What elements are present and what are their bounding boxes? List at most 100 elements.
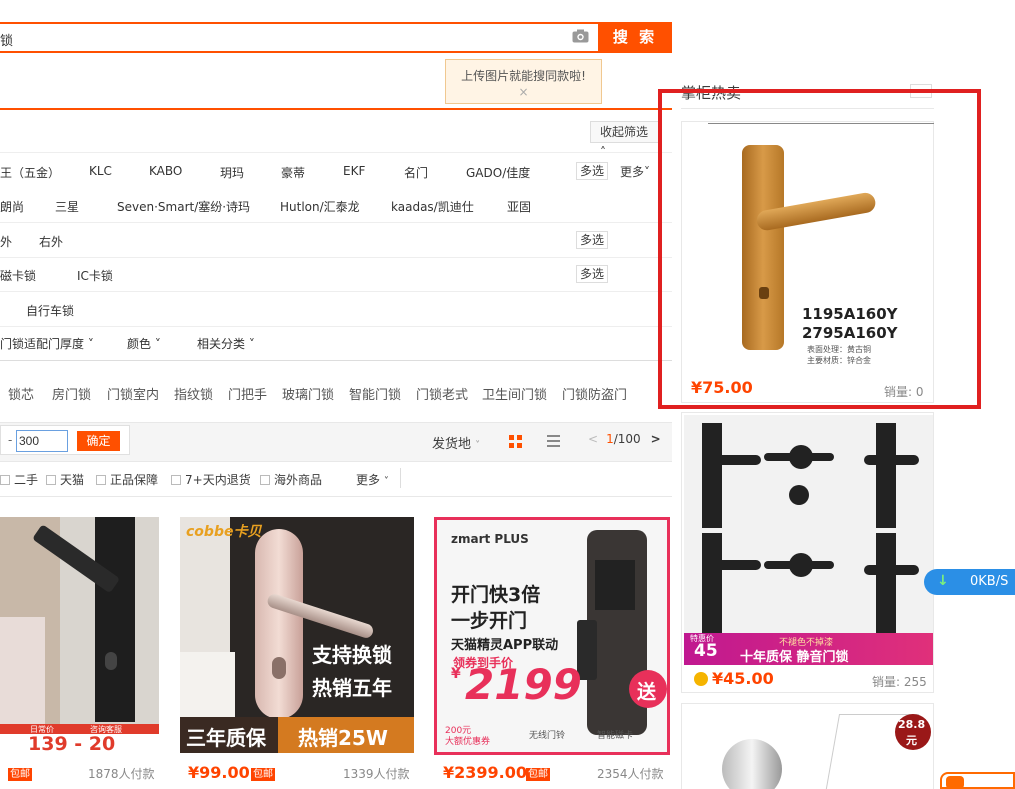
chevron-down-icon: ˅ — [644, 165, 651, 179]
product-image[interactable]: cobbe卡贝 支持换锁 热销五年 三年质保 热销25W — [180, 517, 414, 753]
related-search-link[interactable]: 门锁防盗门 — [562, 384, 627, 403]
feature-text: 智能磁卡 — [597, 731, 634, 741]
checkbox-icon[interactable] — [260, 475, 270, 485]
filter-row-divider — [0, 257, 672, 258]
filter-option[interactable]: 磁卡锁 — [0, 267, 36, 284]
chevron-down-icon: ˅ — [87, 337, 94, 351]
highlight-frame — [658, 89, 981, 409]
filter-option[interactable]: IC卡锁 — [77, 267, 113, 284]
more-brands-button[interactable]: 更多˅ — [620, 163, 650, 180]
filter-option[interactable]: 右外 — [39, 233, 63, 250]
hot-item-card[interactable]: 特惠价 45 不褪色不掉漆 十年质保 静音门锁 ¥45.00 销量: 255 — [681, 412, 934, 693]
product-card[interactable]: 日常价 咨询客服 139 - 20 — [0, 517, 159, 757]
tooltip-text: 上传图片就能搜同款啦! — [461, 69, 586, 83]
search-input[interactable] — [0, 22, 598, 53]
brand-option[interactable]: 王（五金） — [0, 164, 60, 181]
checkbox-filter[interactable]: 海外商品 — [260, 471, 322, 488]
chevron-down-icon: ˅ — [154, 337, 161, 351]
multi-select-button[interactable]: 多选 — [576, 231, 609, 249]
prev-page-icon[interactable]: < — [588, 432, 598, 446]
hot-item-image[interactable] — [722, 739, 782, 789]
related-search-link[interactable]: 指纹锁 — [174, 384, 213, 403]
hot-item-image[interactable]: 特惠价 45 不褪色不掉漆 十年质保 静音门锁 — [684, 415, 933, 665]
price-confirm-button[interactable]: 确定 — [77, 431, 120, 451]
list-view-icon[interactable] — [547, 435, 560, 447]
door-thickness-dropdown[interactable]: 门锁适配门厚度 ˅ — [0, 335, 94, 352]
image-search-tooltip: 上传图片就能搜同款啦! × — [445, 59, 602, 104]
promo-text: 支持换锁 — [312, 643, 392, 667]
next-page-icon[interactable]: > — [651, 432, 661, 446]
chevron-down-icon: ˅ — [248, 337, 255, 351]
filter-option[interactable]: 外 — [0, 233, 12, 250]
related-search-link[interactable]: 房门锁 — [52, 384, 91, 403]
category-dropdown[interactable]: 相关分类 ˅ — [197, 335, 255, 352]
related-search-link[interactable]: 门把手 — [228, 384, 267, 403]
currency-symbol: ¥ — [451, 666, 461, 682]
checkbox-filter[interactable]: 天猫 — [46, 471, 84, 488]
checkbox-icon[interactable] — [171, 475, 181, 485]
checkbox-filter[interactable]: 7+天内退货 — [171, 471, 251, 488]
product-image[interactable]: zmart PLUS 开门快3倍 一步开门 天猫精灵APP联动 领券到手价 ¥ … — [437, 520, 667, 752]
brand-option[interactable]: 名门 — [404, 164, 428, 181]
related-search-link[interactable]: 智能门锁 — [349, 384, 401, 403]
related-search-link[interactable]: 玻璃门锁 — [282, 384, 334, 403]
checkbox-filter[interactable]: 正品保障 — [96, 471, 158, 488]
product-price: ¥2399.00 — [443, 763, 528, 782]
hot-item-sales: 销量: 255 — [872, 675, 927, 689]
header-divider — [0, 108, 672, 110]
brand-option[interactable]: KLC — [89, 164, 112, 178]
related-search-link[interactable]: 门锁室内 — [107, 384, 159, 403]
color-dropdown[interactable]: 颜色 ˅ — [127, 335, 161, 352]
product-image[interactable]: 日常价 咨询客服 139 - 20 — [0, 517, 159, 757]
filter-row-divider — [0, 152, 672, 153]
promo-text: 热销五年 — [312, 676, 392, 700]
current-page: 1 — [606, 432, 614, 446]
checkbox-filter[interactable]: 二手 — [0, 471, 38, 488]
product-sales: 1339人付款 — [343, 767, 410, 781]
hot-item-card[interactable]: 28.8 元 — [681, 703, 934, 789]
brand-option[interactable]: kaadas/凯迪仕 — [391, 198, 474, 215]
chevron-down-icon: ˅ — [383, 476, 389, 487]
gift-badge: 送 — [637, 681, 657, 703]
product-price: ¥99.00 — [188, 763, 250, 782]
promo-text: 三年质保 — [186, 726, 266, 750]
related-search-link[interactable]: 卫生间门锁 — [482, 384, 547, 403]
ime-icon[interactable] — [946, 776, 964, 789]
brand-option[interactable]: 玥玛 — [220, 164, 244, 181]
filter-row-divider — [0, 222, 672, 223]
product-card[interactable]: zmart PLUS 开门快3倍 一步开门 天猫精灵APP联动 领券到手价 ¥ … — [434, 517, 670, 755]
filter-row-divider — [0, 326, 672, 327]
brand-option[interactable]: Seven·Smart/塞纷·诗玛 — [117, 198, 250, 215]
promo-text: 十年质保 静音门锁 — [740, 650, 849, 665]
divider — [400, 468, 401, 488]
camera-icon[interactable] — [572, 29, 589, 43]
brand-option[interactable]: GADO/佳度 — [466, 164, 530, 181]
ship-from-dropdown[interactable]: 发货地 ˅ — [432, 433, 480, 452]
promo-text: 热销25W — [298, 726, 388, 750]
related-search-link[interactable]: 锁芯 — [8, 384, 34, 403]
checkbox-icon[interactable] — [96, 475, 106, 485]
checkbox-more-button[interactable]: 更多 ˅ — [356, 471, 389, 488]
feature-text: 无线门铃 — [529, 731, 566, 741]
checkbox-icon[interactable] — [0, 475, 10, 485]
brand-option[interactable]: 亚固 — [507, 198, 531, 215]
brand-option[interactable]: EKF — [343, 164, 365, 178]
grid-view-icon[interactable] — [509, 435, 522, 448]
brand-option[interactable]: 三星 — [55, 198, 79, 215]
brand-option[interactable]: 朗尚 — [0, 198, 24, 215]
checkbox-icon[interactable] — [46, 475, 56, 485]
brand-option[interactable]: 豪蒂 — [281, 164, 305, 181]
filter-box-bottom — [0, 360, 672, 361]
price-range-dash: - — [8, 433, 13, 447]
related-search-link[interactable]: 门锁老式 — [416, 384, 468, 403]
multi-select-button[interactable]: 多选 — [576, 265, 609, 283]
tooltip-close-icon[interactable]: × — [446, 85, 601, 99]
filter-option[interactable]: 自行车锁 — [26, 302, 74, 319]
collapse-filters-button[interactable]: 收起筛选 ˄ — [590, 121, 660, 159]
price-max-input[interactable] — [16, 430, 68, 452]
brand-option[interactable]: Hutlon/汇泰龙 — [280, 198, 360, 215]
search-button[interactable]: 搜 索 — [598, 22, 672, 53]
multi-select-button[interactable]: 多选 — [576, 162, 609, 180]
product-card[interactable]: cobbe卡贝 支持换锁 热销五年 三年质保 热销25W — [180, 517, 414, 753]
brand-option[interactable]: KABO — [149, 164, 182, 178]
